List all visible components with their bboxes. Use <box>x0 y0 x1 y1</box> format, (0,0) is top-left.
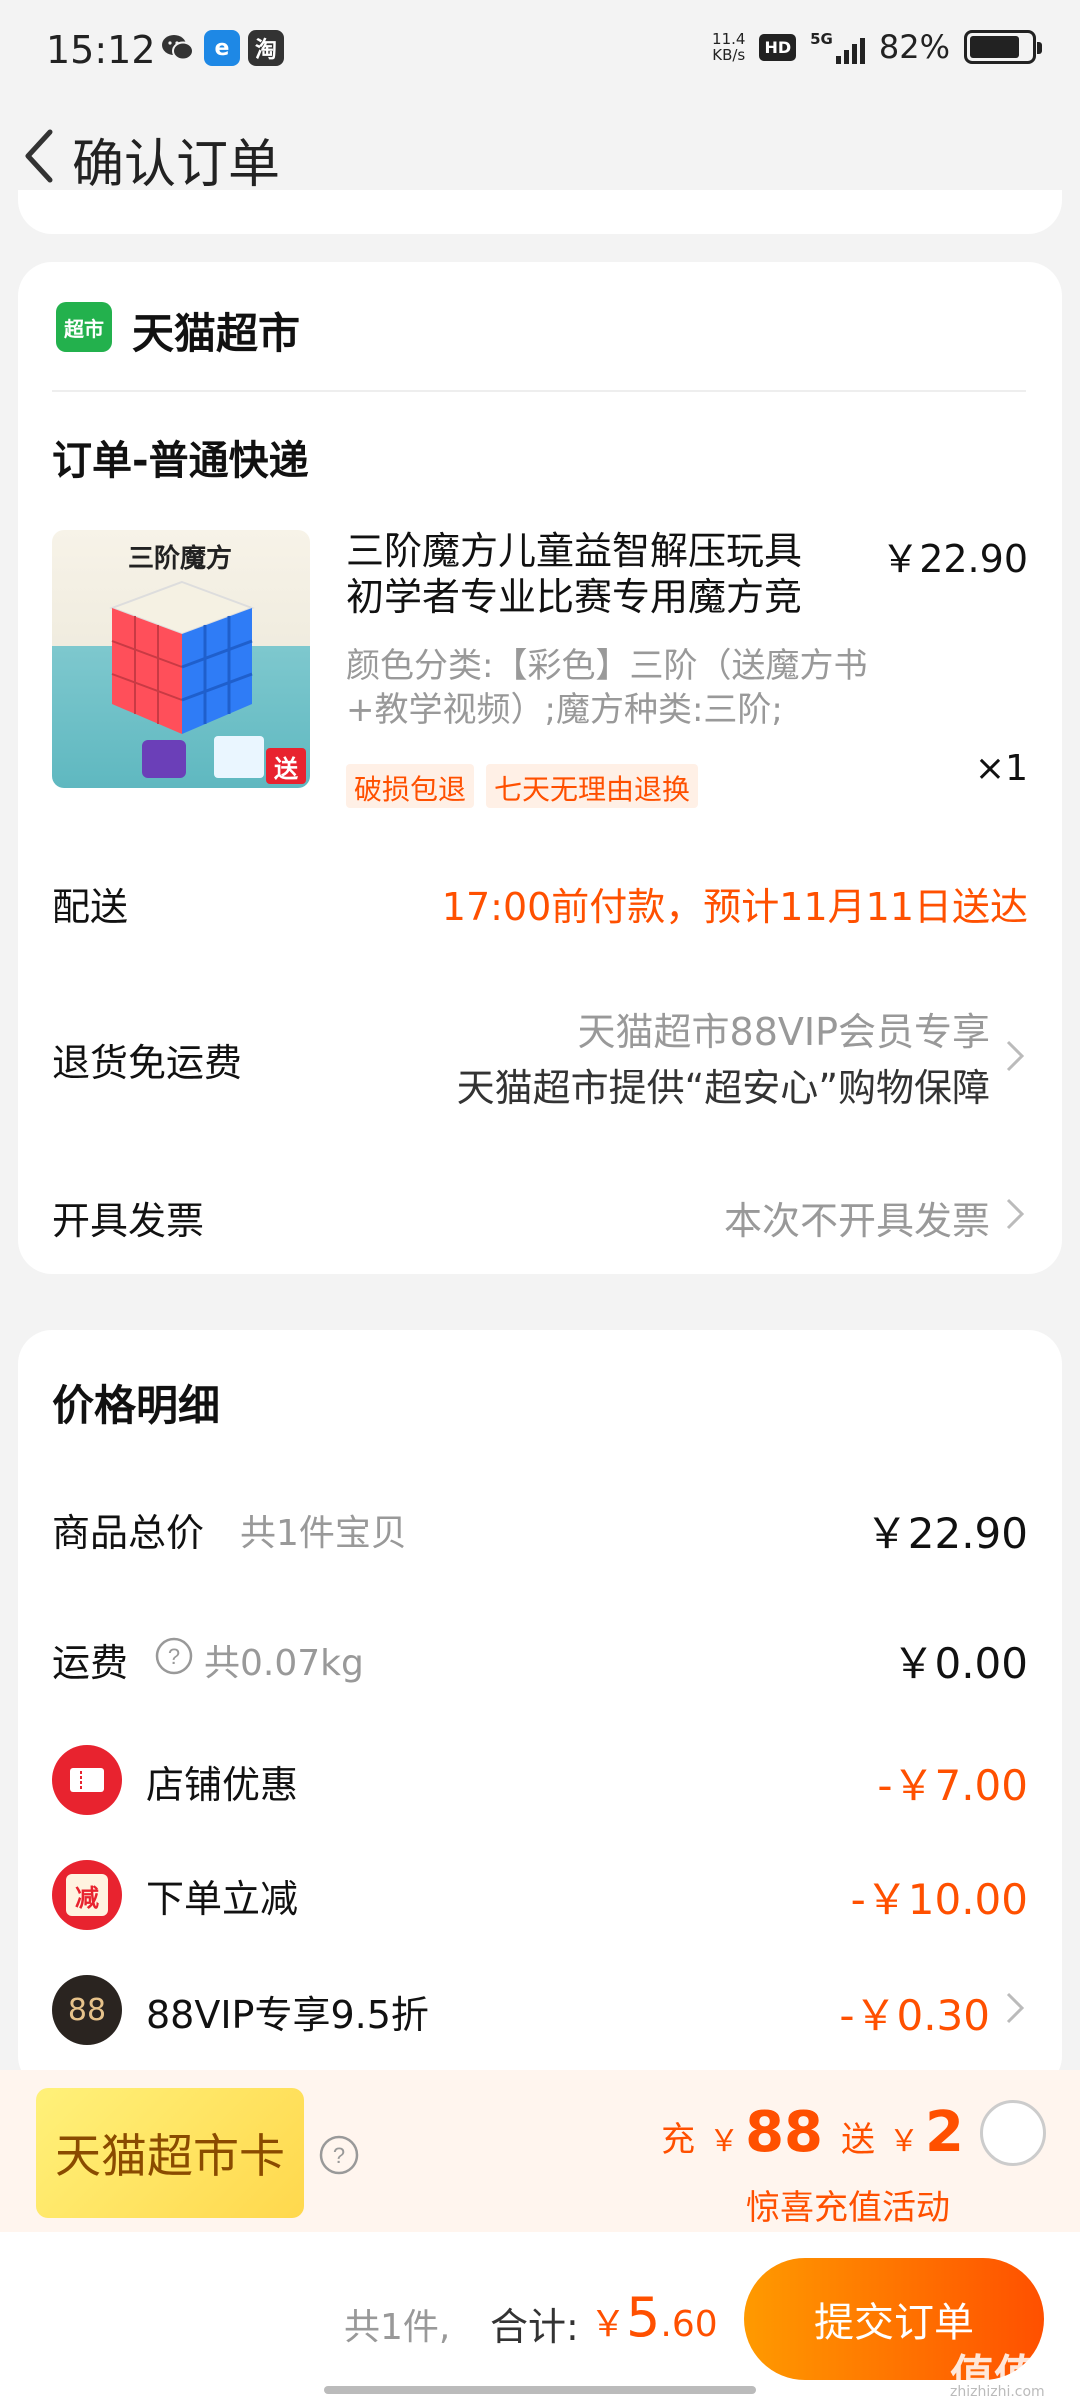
price-detail-card <box>18 1330 1062 2090</box>
goods-total-value: ￥22.90 <box>865 1509 1028 1558</box>
invoice-value[interactable]: 本次不开具发票 <box>724 1190 990 1245</box>
svg-text:?: ? <box>333 2143 345 2168</box>
gift-badge: 送 <box>266 748 306 784</box>
vip-discount-label: 88VIP专享9.5折 <box>146 1993 429 2037</box>
shop-discount-value: -￥7.00 <box>877 1761 1028 1810</box>
order-section-title: 订单-普通快递 <box>52 438 309 484</box>
net-speed: 11.4 KB/s <box>712 30 746 64</box>
product-image[interactable]: 三阶魔方 送 <box>52 530 310 788</box>
chevron-right-icon[interactable] <box>1004 1988 1026 2028</box>
total-label: 合计: <box>490 2305 579 2349</box>
recharge-subtitle: 惊喜充值活动 <box>746 2188 950 2228</box>
coupon-icon <box>52 1745 122 1815</box>
chevron-right-icon[interactable] <box>1004 1036 1026 1076</box>
return-shipping-line1: 天猫超市88VIP会员专享 <box>577 1010 990 1054</box>
shipping-value: ￥0.00 <box>892 1639 1028 1688</box>
total-amount: ￥ 5 .60 <box>590 2286 718 2349</box>
item-count: 共1件, <box>344 2307 451 2348</box>
goods-total-sub: 共1件宝贝 <box>240 1513 407 1554</box>
return-shipping-value[interactable]: 天猫超市88VIP会员专享 天猫超市提供“超安心”购物保障 <box>457 1004 990 1116</box>
product-spec[interactable]: 颜色分类:【彩色】三阶（送魔方书+教学视频）;魔方种类:三阶; <box>346 644 906 732</box>
order-reduce-label: 下单立减 <box>146 1877 299 1921</box>
recharge-checkbox[interactable] <box>980 2100 1046 2166</box>
taobao-icon: 淘 <box>248 30 284 66</box>
product-title[interactable]: 三阶魔方儿童益智解压玩具初学者专业比赛专用魔方竞速… <box>346 528 806 622</box>
tag-damage-return: 破损包退 <box>346 764 475 808</box>
shipping-label: 运费 <box>52 1641 129 1685</box>
page-title: 确认订单 <box>72 135 281 195</box>
product-image-title: 三阶魔方 <box>128 544 233 574</box>
product-quantity: ×1 <box>974 748 1028 789</box>
wechat-icon <box>160 30 196 66</box>
status-time: 15:12 <box>46 28 156 72</box>
battery-icon <box>964 30 1042 64</box>
divider <box>52 390 1026 392</box>
vip-discount-value[interactable]: -￥0.30 <box>839 1982 990 2043</box>
hd-icon: HD <box>759 33 797 61</box>
store-name[interactable]: 天猫超市 <box>132 300 300 361</box>
book-icon <box>214 736 264 778</box>
chevron-right-icon[interactable] <box>1004 1194 1026 1234</box>
goods-total-label: 商品总价 <box>52 1511 205 1555</box>
product-price: ￥22.90 <box>881 537 1028 581</box>
help-icon[interactable]: ? <box>318 2134 360 2176</box>
status-right: 11.4 KB/s HD 5G 82% <box>712 28 1042 66</box>
price-detail-title: 价格明细 <box>52 1381 221 1430</box>
order-reduce-value: -￥10.00 <box>850 1875 1028 1924</box>
return-shipping-line2: 天猫超市提供“超安心”购物保障 <box>456 1066 990 1110</box>
return-shipping-label: 退货免运费 <box>52 1041 243 1085</box>
video-tutorial-icon <box>142 740 186 778</box>
vip88-icon: 88 <box>52 1975 122 2045</box>
invoice-label: 开具发票 <box>52 1199 205 1243</box>
watermark-text: zhizhizhi.com <box>950 2384 1045 2400</box>
browser-icon: e <box>204 30 240 66</box>
delivery-value: 17:00前付款，预计11月11日送达 <box>441 885 1028 929</box>
recharge-offer[interactable]: 充 ￥ 88 送 ￥ 2 <box>661 2100 964 2165</box>
shop-discount-label: 店铺优惠 <box>146 1763 299 1807</box>
tmall-supermarket-logo: 超市 <box>56 302 112 352</box>
help-icon[interactable]: ? <box>154 1636 194 1676</box>
svg-text:?: ? <box>168 1644 180 1669</box>
tag-seven-day-return: 七天无理由退换 <box>486 764 699 808</box>
home-indicator[interactable] <box>324 2386 756 2394</box>
delivery-label: 配送 <box>52 885 129 929</box>
reduce-icon: 减 <box>52 1860 122 1930</box>
back-button[interactable] <box>12 126 72 186</box>
battery-percent: 82% <box>878 28 950 66</box>
previous-card-edge <box>18 190 1062 234</box>
signal-icon: 5G <box>810 30 865 64</box>
shipping-sub: 共0.07kg <box>204 1643 364 1684</box>
tmall-card-button[interactable]: 天猫超市卡 <box>36 2088 304 2218</box>
